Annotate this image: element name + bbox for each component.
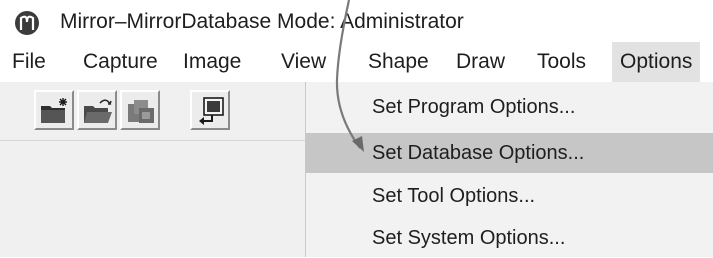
import-button[interactable] — [190, 90, 230, 130]
new-folder-icon — [41, 98, 67, 123]
menu-image[interactable]: Image — [183, 42, 241, 82]
menu-tools[interactable]: Tools — [537, 42, 586, 82]
title-bar: Mirror–MirrorDatabase Mode: Administrato… — [0, 0, 713, 42]
menu-options[interactable]: Options — [612, 42, 701, 82]
import-icon — [199, 97, 224, 125]
menu-shape[interactable]: Shape — [368, 42, 429, 82]
menu-item-set-tool-options[interactable]: Set Tool Options... — [306, 176, 713, 216]
database-icon — [128, 100, 154, 123]
menu-item-set-system-options[interactable]: Set System Options... — [306, 218, 713, 258]
menu-item-set-program-options[interactable]: Set Program Options... — [306, 87, 713, 127]
menu-bar: File Capture Image View Shape Draw Tools… — [0, 42, 713, 82]
menu-capture[interactable]: Capture — [83, 42, 158, 82]
menu-draw[interactable]: Draw — [456, 42, 505, 82]
menu-item-set-database-options[interactable]: Set Database Options... — [306, 133, 713, 173]
open-folder-icon — [84, 99, 112, 123]
new-button[interactable] — [34, 90, 74, 130]
menu-file[interactable]: File — [12, 42, 46, 82]
open-button[interactable] — [77, 90, 117, 130]
window-title: Mirror–MirrorDatabase Mode: Administrato… — [60, 10, 464, 33]
mirror-app-icon — [15, 11, 39, 35]
menu-view[interactable]: View — [281, 42, 326, 82]
database-button[interactable] — [120, 90, 160, 130]
options-dropdown-menu: Set Program Options... Set Database Opti… — [305, 82, 713, 257]
